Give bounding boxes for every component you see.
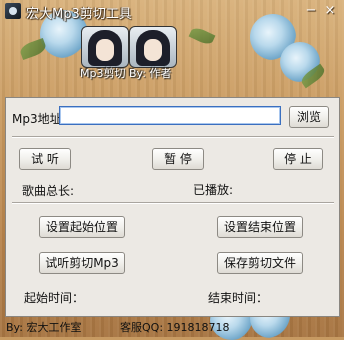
set-end-button[interactable]: 设置结束位置 — [217, 216, 303, 238]
avatar-label-mp3-cut: Mp3剪切 — [80, 67, 126, 80]
app-icon — [5, 3, 21, 19]
start-time-label: 起始时间： — [24, 291, 85, 305]
main-panel: Mp3地址: 浏览 试 听 暂 停 停 止 歌曲总长: 已播放: 设置起始位置 … — [5, 97, 340, 317]
stop-button[interactable]: 停 止 — [273, 148, 323, 170]
avatar-label-author: By: 作者 — [129, 67, 172, 80]
preview-cut-button[interactable]: 试听剪切Mp3 — [39, 252, 125, 274]
divider — [12, 202, 334, 203]
played-label: 已播放: — [193, 183, 234, 197]
end-time-label: 结束时间： — [208, 291, 269, 305]
save-cut-button[interactable]: 保存剪切文件 — [217, 252, 303, 274]
close-button[interactable]: × — [322, 4, 338, 18]
minimize-button[interactable]: − — [303, 4, 319, 18]
set-start-button[interactable]: 设置起始位置 — [39, 216, 125, 238]
play-button[interactable]: 试 听 — [19, 148, 71, 170]
status-contact: 客服QQ: 191818718 — [120, 321, 230, 334]
browse-button[interactable]: 浏览 — [289, 106, 329, 128]
mp3-path-input[interactable] — [59, 106, 281, 125]
avatar-author-button[interactable] — [129, 26, 177, 68]
window-title: 宏大Mp3剪切工具 — [26, 7, 132, 22]
status-author: By: 宏大工作室 — [6, 321, 82, 334]
divider — [12, 136, 334, 137]
mp3-path-label: Mp3地址: — [12, 112, 66, 126]
total-length-label: 歌曲总长: — [22, 184, 75, 198]
title-bar: 宏大Mp3剪切工具 − × — [0, 0, 344, 22]
pause-button[interactable]: 暂 停 — [152, 148, 204, 170]
avatar-mp3-cut-button[interactable] — [81, 26, 129, 68]
